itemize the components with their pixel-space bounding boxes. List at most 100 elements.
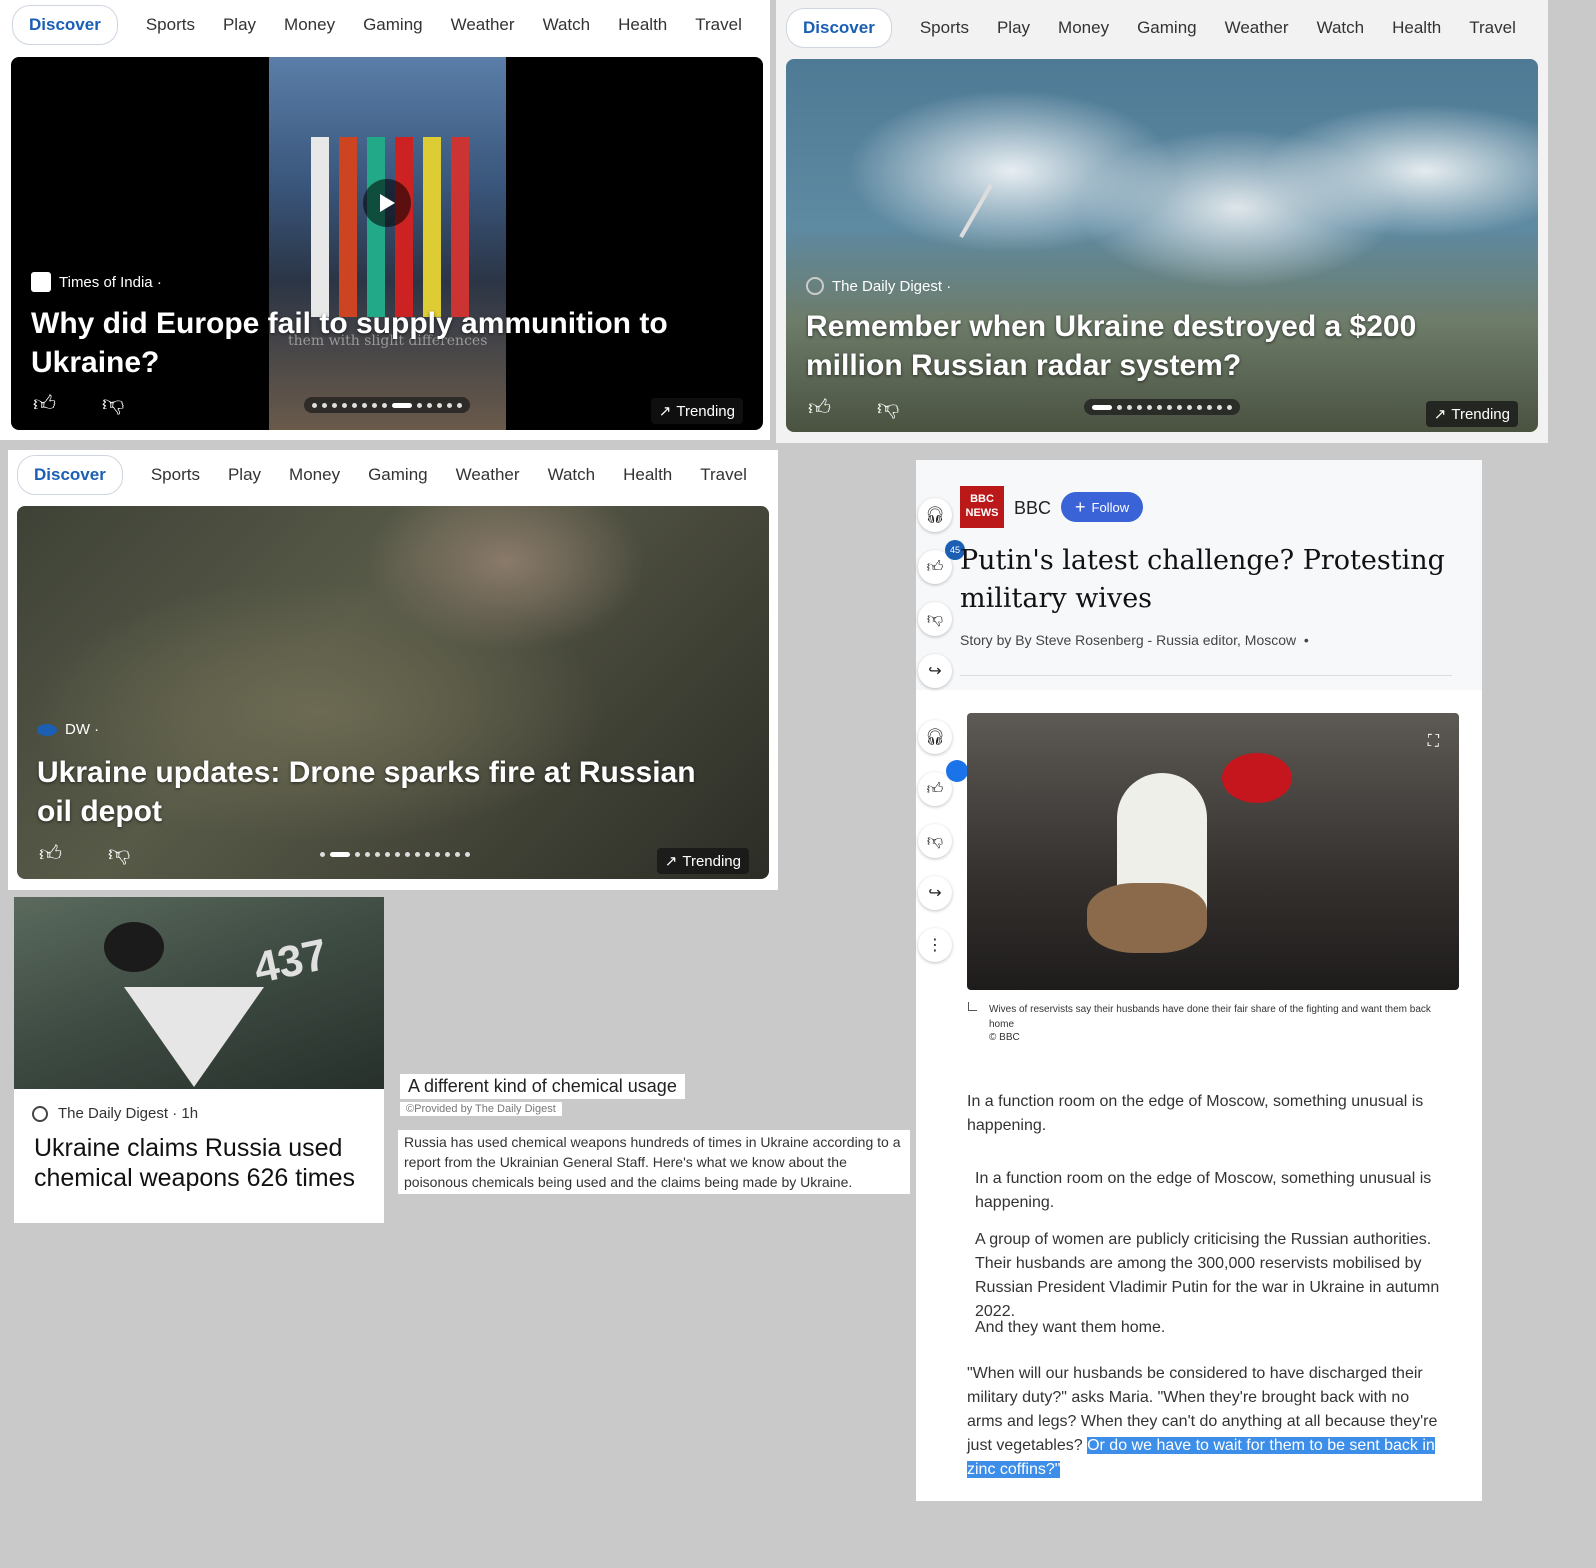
- tab-money[interactable]: Money: [1058, 18, 1109, 38]
- tab-play[interactable]: Play: [997, 18, 1030, 38]
- listen-icon-2[interactable]: 🎧︎: [918, 720, 952, 754]
- article-photo[interactable]: ⛶: [967, 713, 1459, 990]
- plus-icon: +: [1075, 496, 1086, 517]
- small-news-card[interactable]: 437 The Daily Digest · 1h Ukraine claims…: [14, 897, 384, 1223]
- tab-play[interactable]: Play: [223, 15, 256, 35]
- publisher-name[interactable]: BBC: [1014, 498, 1051, 519]
- tab-health[interactable]: Health: [618, 15, 667, 35]
- tab-discover[interactable]: Discover: [17, 455, 123, 495]
- daily-digest-logo: [32, 1105, 48, 1122]
- trending-badge: ↗ Trending: [650, 398, 743, 424]
- tab-discover[interactable]: Discover: [786, 8, 892, 48]
- tab-travel[interactable]: Travel: [695, 15, 742, 35]
- excerpt-title: A different kind of chemical usage: [400, 1074, 685, 1099]
- reactions: 👍︎ 👎︎: [808, 394, 899, 421]
- tab-money[interactable]: Money: [289, 465, 340, 485]
- divider: [960, 675, 1452, 676]
- tab-weather[interactable]: Weather: [456, 465, 520, 485]
- article-panel: 🎧︎ 👍︎ 45 👎︎ ↪ 🎧︎ 👍︎ 👎︎ ↪ ⋮ BBC NEWS BBC …: [916, 460, 1482, 1501]
- source-name: Times of India ·: [59, 273, 162, 291]
- reactions: 👍︎ 👎︎: [39, 840, 130, 867]
- tab-gaming[interactable]: Gaming: [368, 465, 428, 485]
- feed-panel-3: Discover Sports Play Money Gaming Weathe…: [8, 450, 778, 890]
- listen-icon[interactable]: 🎧︎: [918, 498, 952, 532]
- carousel-dots[interactable]: [1084, 399, 1240, 415]
- tab-travel[interactable]: Travel: [1469, 18, 1516, 38]
- tab-watch[interactable]: Watch: [1317, 18, 1365, 38]
- trending-icon: ↗: [664, 853, 678, 870]
- card-image: 437: [14, 897, 384, 1089]
- headline[interactable]: Ukraine updates: Drone sparks fire at Ru…: [37, 753, 717, 831]
- tab-travel[interactable]: Travel: [700, 465, 747, 485]
- thumbs-up-icon[interactable]: 👍︎: [39, 840, 62, 867]
- excerpt-provided: ©Provided by The Daily Digest: [400, 1102, 562, 1116]
- share-icon[interactable]: ↪: [918, 654, 952, 688]
- top-nav: Discover Sports Play Money Gaming Weathe…: [0, 0, 770, 50]
- fullscreen-icon[interactable]: ⛶: [1428, 733, 1439, 751]
- headline[interactable]: Remember when Ukraine destroyed a $200 m…: [806, 307, 1516, 385]
- source-name: DW ·: [65, 721, 100, 738]
- paragraph-3: A group of women are publicly criticisin…: [975, 1231, 1440, 1320]
- tab-sports[interactable]: Sports: [146, 15, 195, 35]
- tab-watch[interactable]: Watch: [543, 15, 591, 35]
- red-flowers: [1222, 753, 1292, 803]
- tab-watch[interactable]: Watch: [548, 465, 596, 485]
- paragraph-1: In a function room on the edge of Moscow…: [967, 1093, 1424, 1134]
- tab-weather[interactable]: Weather: [451, 15, 515, 35]
- source: DW ·: [37, 721, 99, 738]
- missile-trail: [959, 184, 993, 238]
- daily-digest-logo: [806, 277, 824, 295]
- trending-badge: ↗ Trending: [656, 848, 749, 874]
- tab-gaming[interactable]: Gaming: [1137, 18, 1197, 38]
- bbc-news-logo: BBC NEWS: [960, 486, 1004, 528]
- more-options-icon[interactable]: ⋮: [918, 928, 952, 962]
- tab-health[interactable]: Health: [1392, 18, 1441, 38]
- tab-discover[interactable]: Discover: [12, 5, 118, 45]
- source-name: The Daily Digest ·: [832, 277, 952, 295]
- headline[interactable]: Why did Europe fail to supply ammunition…: [31, 304, 671, 382]
- paragraph-5: "When will our husbands be considered to…: [967, 1362, 1445, 1482]
- like-icon-2[interactable]: 👍︎: [918, 772, 952, 806]
- v-marking: [124, 987, 264, 1087]
- tab-sports[interactable]: Sports: [151, 465, 200, 485]
- news-card[interactable]: DW · Ukraine updates: Drone sparks fire …: [17, 506, 769, 879]
- dislike-icon[interactable]: 👎︎: [918, 602, 952, 636]
- top-nav: Discover Sports Play Money Gaming Weathe…: [776, 3, 1548, 53]
- source: The Daily Digest ·: [806, 277, 951, 295]
- scroll-marker: [946, 760, 968, 782]
- news-card[interactable]: Times of India · them with slight differ…: [11, 57, 763, 430]
- dw-logo: [37, 723, 57, 736]
- trending-badge: ↗ Trending: [1425, 401, 1518, 427]
- source: The Daily Digest · 1h: [32, 1105, 198, 1122]
- play-icon[interactable]: [363, 179, 411, 227]
- thumbs-down-icon[interactable]: 👎︎: [108, 840, 130, 867]
- share-icon-2[interactable]: ↪: [918, 876, 952, 910]
- thumbs-down-icon[interactable]: 👎︎: [102, 390, 124, 417]
- trending-icon: ↗: [658, 403, 672, 420]
- tab-gaming[interactable]: Gaming: [363, 15, 423, 35]
- follow-button[interactable]: + Follow: [1061, 492, 1144, 522]
- tab-money[interactable]: Money: [284, 15, 335, 35]
- top-nav: Discover Sports Play Money Gaming Weathe…: [8, 450, 778, 500]
- tab-play[interactable]: Play: [228, 465, 261, 485]
- paragraph-4: And they want them home.: [975, 1319, 1166, 1336]
- dislike-icon-2[interactable]: 👎︎: [918, 824, 952, 858]
- trending-icon: ↗: [1433, 406, 1447, 423]
- carousel-dots[interactable]: [304, 397, 470, 413]
- paragraph-2: In a function room on the edge of Moscow…: [975, 1170, 1432, 1211]
- news-card[interactable]: The Daily Digest · Remember when Ukraine…: [786, 59, 1538, 432]
- excerpt-text: Russia has used chemical weapons hundred…: [398, 1130, 910, 1194]
- byline: Story by By Steve Rosenberg - Russia edi…: [960, 632, 1309, 648]
- tab-health[interactable]: Health: [623, 465, 672, 485]
- thumbs-up-icon[interactable]: 👍︎: [33, 390, 56, 417]
- flags-decoration: [311, 137, 501, 317]
- article-title: Putin's latest challenge? Protesting mil…: [960, 545, 1445, 614]
- thumbs-up-icon[interactable]: 👍︎: [808, 394, 831, 421]
- photo-credit: © BBC: [989, 1032, 1020, 1043]
- tab-weather[interactable]: Weather: [1225, 18, 1289, 38]
- headline[interactable]: Ukraine claims Russia used chemical weap…: [34, 1133, 374, 1193]
- thumbs-down-icon[interactable]: 👎︎: [877, 394, 899, 421]
- times-of-india-logo: [31, 272, 51, 292]
- tab-sports[interactable]: Sports: [920, 18, 969, 38]
- carousel-dots[interactable]: [312, 846, 478, 862]
